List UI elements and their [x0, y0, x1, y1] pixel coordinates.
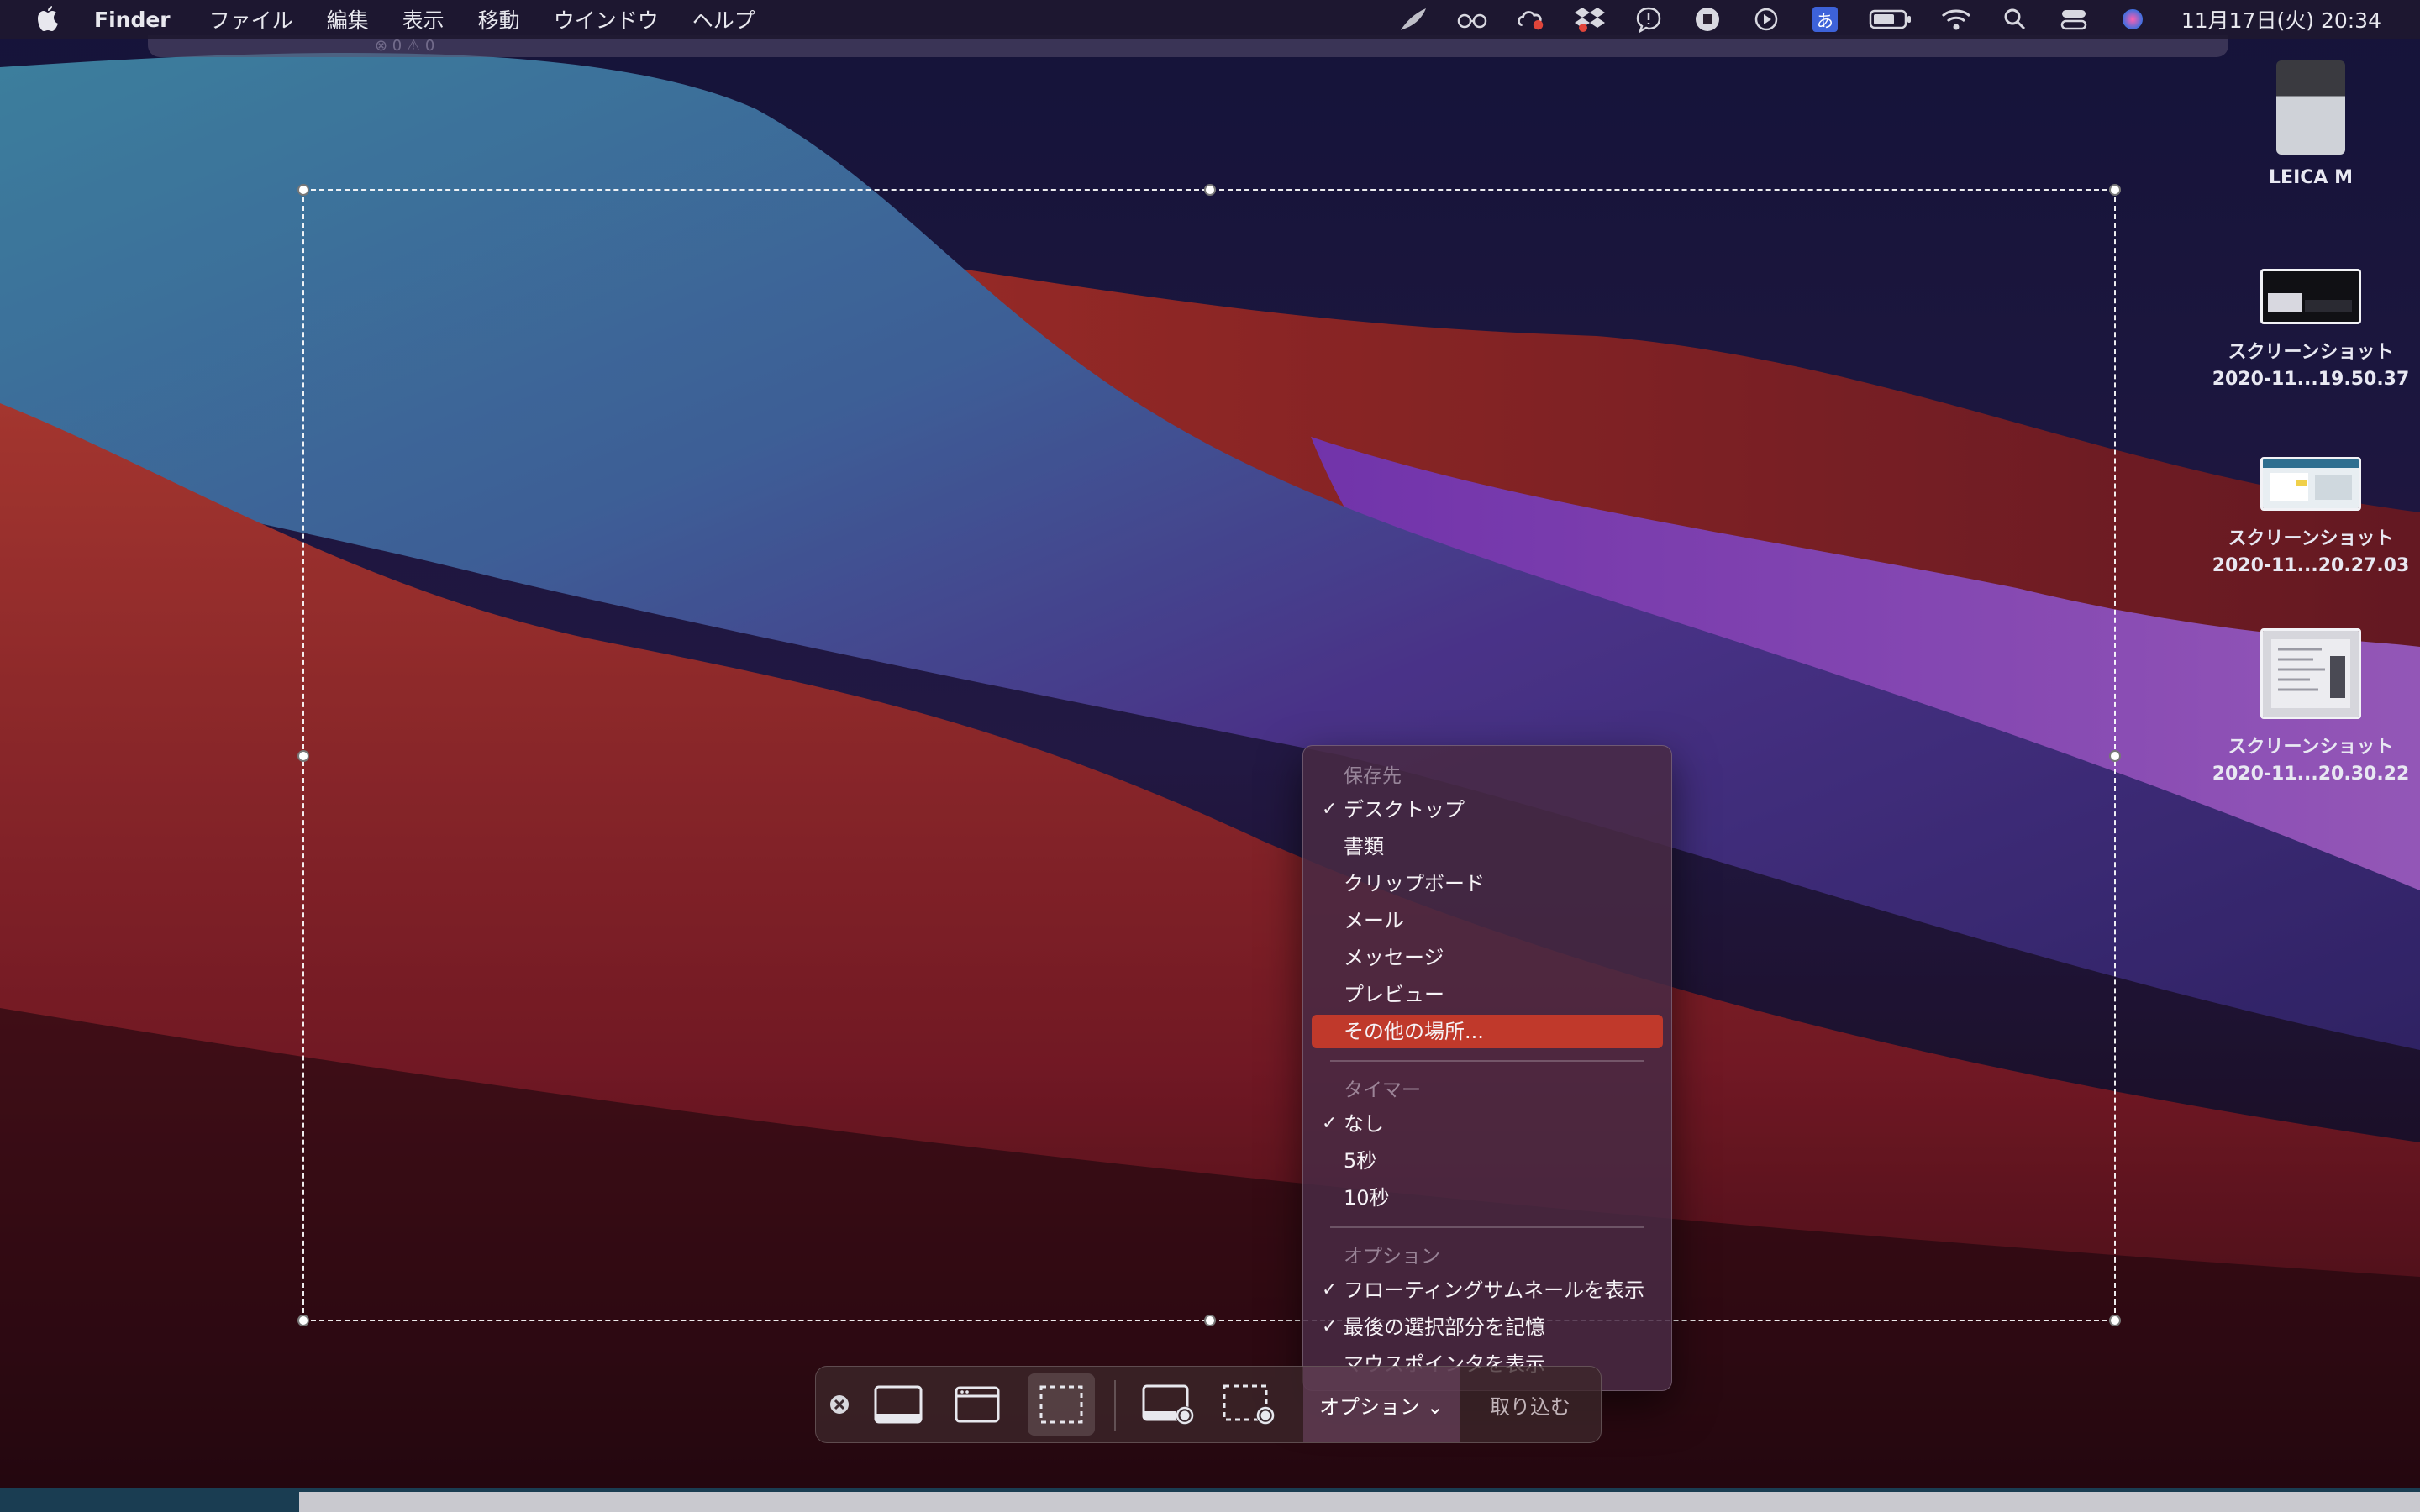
toolbar-separator — [1114, 1380, 1116, 1431]
save-item-mail[interactable]: メール — [1312, 904, 1663, 937]
menu-item-label: クリップボード — [1344, 872, 1485, 895]
capture-entire-screen-icon[interactable] — [865, 1373, 932, 1436]
menu-item-label: フローティングサムネールを表示 — [1344, 1278, 1645, 1302]
checkmark-icon: ✓ — [1322, 1279, 1338, 1300]
resize-handle-right[interactable] — [2109, 750, 2121, 762]
checkmark-icon: ✓ — [1322, 799, 1338, 820]
dropbox-icon[interactable] — [1574, 4, 1605, 34]
save-item-desktop[interactable]: ✓ デスクトップ — [1312, 793, 1663, 827]
desktop-item-screenshot-3[interactable]: スクリーンショット 2020-11...20.30.22 — [2210, 628, 2412, 788]
menu-item-label: 10秒 — [1344, 1186, 1390, 1210]
chat-bubble-icon[interactable] — [1634, 4, 1664, 34]
sd-card-icon — [2276, 60, 2345, 155]
status-menu-area: あ 11月17日(火) 20:34 — [1370, 0, 2381, 39]
ghost-window-text: ⊗ 0 ⚠ 0 — [375, 37, 435, 55]
options-header: オプション — [1344, 1246, 1440, 1268]
menu-item-label: 書類 — [1344, 835, 1384, 858]
menu-window[interactable]: ウインドウ — [554, 4, 659, 34]
save-item-other-location[interactable]: その他の場所... — [1312, 1015, 1663, 1048]
background-window-bottom-gray — [299, 1492, 2420, 1512]
feather-icon[interactable] — [1398, 4, 1428, 34]
timer-header: タイマー — [1344, 1079, 1421, 1101]
desktop-item-sublabel: 2020-11...20.30.22 — [2212, 764, 2410, 785]
resize-handle-bottom-right[interactable] — [2109, 1315, 2121, 1326]
battery-icon[interactable] — [1869, 4, 1912, 34]
timer-item-10s[interactable]: 10秒 — [1312, 1181, 1663, 1215]
menubar-clock[interactable]: 11月17日(火) 20:34 — [2181, 4, 2381, 34]
desktop-item-leica-m[interactable]: LEICA M — [2210, 60, 2412, 192]
menu-item-label: 5秒 — [1344, 1149, 1377, 1173]
checkmark-icon: ✓ — [1322, 1316, 1338, 1337]
glasses-icon[interactable] — [1457, 4, 1487, 34]
play-icon[interactable] — [1751, 4, 1781, 34]
screenshot-thumbnail — [2260, 269, 2361, 324]
evernote-icon[interactable] — [1692, 4, 1723, 34]
creative-cloud-icon[interactable] — [1516, 4, 1546, 34]
resize-handle-left[interactable] — [297, 750, 309, 762]
input-method-label: あ — [1812, 7, 1838, 32]
desktop-item-screenshot-1[interactable]: スクリーンショット 2020-11...19.50.37 — [2210, 269, 2412, 393]
wifi-icon[interactable] — [1941, 4, 1971, 34]
resize-handle-bottom[interactable] — [1204, 1315, 1216, 1326]
menu-go[interactable]: 移動 — [478, 4, 520, 34]
menu-item-label: メール — [1344, 909, 1404, 932]
capture-button[interactable]: 取り込む — [1460, 1367, 1601, 1442]
menu-separator — [1330, 1060, 1644, 1062]
checkmark-icon: ✓ — [1322, 1113, 1338, 1134]
input-method-icon[interactable]: あ — [1810, 4, 1840, 34]
menu-separator — [1330, 1226, 1644, 1228]
desktop-item-label: スクリーンショット — [2228, 528, 2394, 549]
resize-handle-top-left[interactable] — [297, 184, 309, 196]
record-selection-icon[interactable] — [1216, 1373, 1283, 1436]
menu-bar: Finder ファイル 編集 表示 移動 ウインドウ ヘルプ あ 11月17日(… — [0, 0, 2420, 39]
record-entire-screen-icon[interactable] — [1135, 1373, 1202, 1436]
options-button[interactable]: オプション ⌄ — [1303, 1367, 1460, 1442]
siri-icon[interactable] — [2118, 4, 2148, 34]
capture-selection-icon[interactable] — [1028, 1373, 1095, 1436]
option-floating-thumbnail[interactable]: ✓ フローティングサムネールを表示 — [1312, 1273, 1663, 1307]
desktop-item-label: LEICA M — [2269, 167, 2353, 188]
desktop-item-label: スクリーンショット — [2228, 342, 2394, 363]
app-name[interactable]: Finder — [94, 8, 171, 32]
option-remember-selection[interactable]: ✓ 最後の選択部分を記憶 — [1312, 1310, 1663, 1344]
timer-item-none[interactable]: ✓ なし — [1312, 1107, 1663, 1141]
menu-item-label: 最後の選択部分を記憶 — [1344, 1315, 1545, 1339]
save-item-documents[interactable]: 書類 — [1312, 830, 1663, 864]
save-item-preview[interactable]: プレビュー — [1312, 978, 1663, 1011]
resize-handle-bottom-left[interactable] — [297, 1315, 309, 1326]
control-center-icon[interactable] — [2059, 4, 2089, 34]
desktop-item-screenshot-2[interactable]: スクリーンショット 2020-11...20.27.03 — [2210, 457, 2412, 580]
menu-item-label: なし — [1344, 1112, 1384, 1136]
save-item-clipboard[interactable]: クリップボード — [1312, 867, 1663, 900]
resize-handle-top-right[interactable] — [2109, 184, 2121, 196]
screenshot-options-menu: 保存先 ✓ デスクトップ 書類 クリップボード メール メッセージ プレビュー そ… — [1302, 745, 1672, 1391]
save-item-messages[interactable]: メッセージ — [1312, 941, 1663, 974]
timer-item-5s[interactable]: 5秒 — [1312, 1144, 1663, 1178]
menu-view[interactable]: 表示 — [402, 4, 445, 34]
menu-item-label: デスクトップ — [1344, 798, 1465, 822]
menu-item-label: その他の場所... — [1344, 1020, 1484, 1043]
menu-file[interactable]: ファイル — [209, 4, 293, 34]
screenshot-thumbnail — [2260, 628, 2361, 719]
desktop-item-label: スクリーンショット — [2228, 737, 2394, 758]
save-location-header: 保存先 — [1344, 765, 1402, 787]
desktop-item-sublabel: 2020-11...19.50.37 — [2212, 369, 2410, 390]
screenshot-thumbnail — [2260, 457, 2361, 511]
close-icon[interactable] — [824, 1373, 855, 1436]
capture-window-icon[interactable] — [944, 1373, 1011, 1436]
menu-edit[interactable]: 編集 — [327, 4, 369, 34]
menu-help[interactable]: ヘルプ — [692, 4, 755, 34]
menu-item-label: プレビュー — [1344, 983, 1444, 1006]
apple-icon[interactable] — [35, 6, 60, 33]
capture-selection-area[interactable] — [297, 184, 2121, 1326]
search-icon[interactable] — [2000, 4, 2030, 34]
desktop-item-sublabel: 2020-11...20.27.03 — [2212, 555, 2410, 576]
menu-item-label: メッセージ — [1344, 946, 1444, 969]
screenshot-toolbar: オプション ⌄ 取り込む — [815, 1366, 1602, 1443]
resize-handle-top[interactable] — [1204, 184, 1216, 196]
